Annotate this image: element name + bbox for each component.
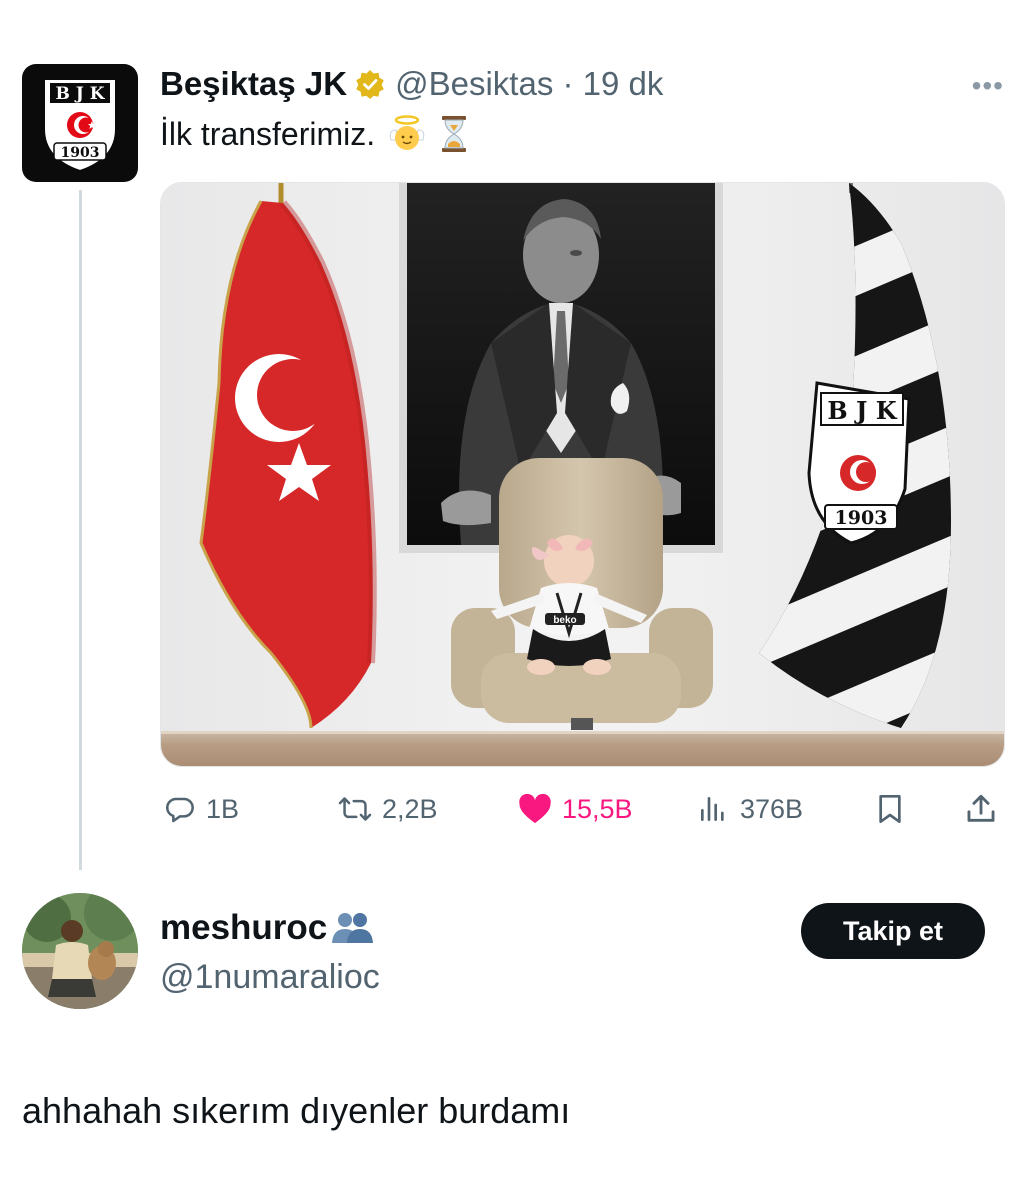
views-icon (701, 797, 724, 821)
share-icon (967, 794, 995, 822)
svg-text:1903: 1903 (61, 145, 100, 161)
bookmark-icon (879, 795, 901, 823)
share-button[interactable] (964, 786, 1008, 832)
like-button[interactable]: 15,5B (518, 786, 633, 832)
tweet-actions: 1B 2,2B 15,5B 376B (160, 786, 1005, 832)
tweet-text-row: İlk transferimiz. (160, 114, 469, 154)
reply-icon (166, 797, 194, 823)
hourglass-emoji-icon (439, 114, 469, 154)
svg-text:beko: beko (553, 615, 576, 626)
author-name[interactable]: Beşiktaş JK (160, 65, 347, 103)
thread-line (79, 190, 82, 870)
reply-text: ahhahah sıkerım dıyenler burdamı (22, 1090, 571, 1131)
reply-count: 1B (206, 793, 240, 824)
bjk-crest-icon: B J K 1903 (43, 78, 117, 173)
bookmark-button[interactable] (874, 786, 916, 832)
retweet-icon (338, 797, 372, 821)
user-avatar[interactable] (22, 893, 138, 1009)
user-avatar-photo (22, 893, 138, 1009)
verified-badge-icon (355, 69, 385, 99)
views-count: 376B (740, 793, 804, 824)
retweet-count: 2,2B (382, 793, 438, 824)
svg-text:B J K: B J K (827, 396, 897, 425)
more-options-icon[interactable]: ••• (972, 70, 1004, 102)
user-name[interactable]: meshuroc (160, 908, 327, 948)
reply-button[interactable]: 1B (164, 786, 239, 832)
views-button[interactable]: 376B (696, 786, 803, 832)
tweet-media-photo[interactable]: B J K 1903 beko (160, 182, 1005, 767)
svg-text:B J K: B J K (55, 84, 105, 104)
screenshot-page: B J K 1903 Beşiktaş JK @Besiktas · 19 dk… (0, 0, 1028, 1200)
tweet-text: İlk transferimiz. (160, 115, 376, 152)
user-handle[interactable]: @1numaralioc (160, 958, 380, 997)
follow-button[interactable]: Takip et (801, 903, 985, 959)
user-name-row: meshuroc (160, 908, 377, 948)
angel-emoji-icon (387, 114, 427, 154)
retweet-button[interactable]: 2,2B (338, 786, 438, 832)
office-photo-image: B J K 1903 beko (161, 183, 1004, 766)
author-handle-time[interactable]: @Besiktas · 19 dk (395, 65, 663, 103)
heart-icon (519, 793, 551, 824)
svg-text:1903: 1903 (835, 507, 888, 529)
besiktas-avatar[interactable]: B J K 1903 (22, 64, 138, 182)
tweet-header: Beşiktaş JK @Besiktas · 19 dk (160, 62, 663, 106)
like-count: 15,5B (562, 793, 633, 824)
people-emoji-icon (329, 911, 377, 945)
